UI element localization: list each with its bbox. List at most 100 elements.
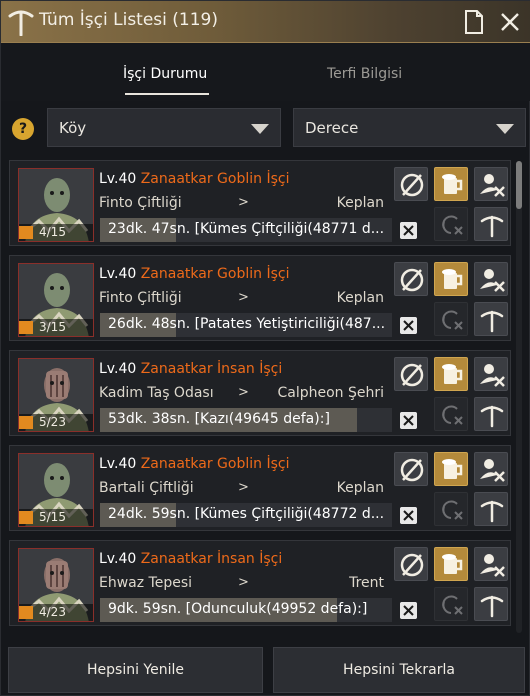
task-progress-bar: 24dk. 59sn. [Kümes Çiftçiliği(48772 d... [100, 503, 392, 527]
repeat-cancel-icon [442, 500, 463, 520]
worker-level: Lv.40 [99, 171, 137, 187]
worker-card[interactable]: 4/23 Lv.40 Zanaatkar İnsan İşçi Ehwaz Te… [9, 540, 511, 626]
worker-destination: Calpheon Şehri [277, 385, 384, 401]
stamina-bar [19, 321, 33, 334]
repeat-task-button[interactable] [434, 492, 468, 526]
stamina-indicator: 4/15 [19, 224, 93, 241]
restore-stamina-button[interactable] [434, 547, 468, 581]
cancel-task-icon[interactable] [400, 222, 417, 239]
chevron-down-icon [496, 124, 514, 134]
restore-stamina-button[interactable] [434, 167, 468, 201]
repeat-task-button[interactable] [434, 302, 468, 336]
stamina-indicator: 5/15 [19, 509, 93, 526]
list-scrollbar-track[interactable] [516, 161, 522, 633]
no-instant-icon [400, 173, 424, 197]
worker-portrait[interactable]: 5/23 [18, 358, 94, 432]
remove-user-icon [480, 269, 505, 292]
worker-origin: Kadim Taş Odası [99, 385, 214, 401]
repeat-cancel-icon [442, 310, 463, 330]
restore-stamina-button[interactable] [434, 262, 468, 296]
stamina-indicator: 5/23 [19, 414, 93, 431]
close-icon[interactable] [500, 12, 520, 32]
repeat-cancel-icon [442, 595, 463, 615]
stamina-text: 4/23 [39, 605, 66, 619]
cancel-task-icon[interactable] [400, 602, 417, 619]
pickaxe-icon [480, 595, 504, 618]
tab-bar: İşçi Durumu Terfi Bilgisi [1, 43, 530, 101]
worker-card[interactable]: 5/15 Lv.40 Zanaatkar Goblin İşçi Bartali… [9, 445, 511, 531]
cancel-task-icon[interactable] [400, 507, 417, 524]
task-progress-bar: 23dk. 47sn. [Kümes Çiftçiliği(48771 d... [100, 218, 392, 242]
worker-origin: Bartali Çiftliği [99, 480, 194, 496]
worker-name: Zanaatkar Goblin İşçi [140, 266, 290, 282]
document-icon[interactable] [464, 10, 484, 34]
beer-mug-icon [442, 174, 463, 194]
task-progress-bar: 26dk. 48sn. [Patates Yetiştiriciliği(487… [100, 313, 392, 337]
worker-card[interactable]: 5/23 Lv.40 Zanaatkar İnsan İşçi Kadim Ta… [9, 350, 511, 436]
stamina-text: 5/15 [39, 510, 66, 524]
worker-card[interactable]: 4/15 Lv.40 Zanaatkar Goblin İşçi Finto Ç… [9, 160, 511, 246]
worker-card[interactable]: 3/15 Lv.40 Zanaatkar Goblin İşçi Finto Ç… [9, 255, 511, 341]
repeat-all-button[interactable]: Hepsini Tekrarla [273, 647, 525, 693]
pickaxe-icon [480, 500, 504, 523]
worker-list[interactable]: 4/15 Lv.40 Zanaatkar Goblin İşçi Finto Ç… [9, 158, 511, 636]
title-bar[interactable]: Tüm İşçi Listesi (119) [1, 1, 530, 43]
worker-portrait[interactable]: 4/23 [18, 548, 94, 622]
disable-instant-button[interactable] [394, 262, 428, 296]
worker-name: Zanaatkar İnsan İşçi [140, 551, 283, 567]
disable-instant-button[interactable] [394, 547, 428, 581]
fire-worker-button[interactable] [474, 452, 508, 486]
worker-title: Lv.40 Zanaatkar İnsan İşçi [99, 361, 282, 377]
stamina-indicator: 3/15 [19, 319, 93, 336]
stamina-text: 5/23 [39, 415, 66, 429]
active-tab-indicator [125, 93, 209, 95]
village-filter-dropdown[interactable]: Köy [47, 108, 281, 147]
restore-stamina-button[interactable] [434, 452, 468, 486]
worker-level: Lv.40 [99, 456, 137, 472]
disable-instant-button[interactable] [394, 357, 428, 391]
worker-portrait[interactable]: 3/15 [18, 263, 94, 337]
refresh-all-button[interactable]: Hepsini Yenile [8, 647, 263, 693]
beer-mug-icon [442, 554, 463, 574]
promote-worker-button[interactable] [474, 587, 508, 621]
tab-worker-status[interactable]: İşçi Durumu [123, 66, 207, 82]
rank-filter-dropdown[interactable]: Derece [293, 108, 526, 147]
tab-promotion-info[interactable]: Terfi Bilgisi [327, 66, 402, 82]
pickaxe-icon [8, 10, 34, 36]
task-text: 26dk. 48sn. [Patates Yetiştiriciliği(487… [108, 316, 386, 332]
worker-list-window: Tüm İşçi Listesi (119) İşçi Durumu Terfi… [0, 0, 530, 696]
stamina-text: 3/15 [39, 320, 66, 334]
repeat-task-button[interactable] [434, 397, 468, 431]
stamina-indicator: 4/23 [19, 604, 93, 621]
route-arrow: > [238, 195, 249, 210]
worker-portrait[interactable]: 4/15 [18, 168, 94, 242]
cancel-task-icon[interactable] [400, 412, 417, 429]
task-text: 9dk. 59sn. [Odunculuk(49952 defa):] [108, 601, 368, 617]
fire-worker-button[interactable] [474, 547, 508, 581]
help-icon[interactable]: ? [12, 118, 34, 140]
promote-worker-button[interactable] [474, 207, 508, 241]
cancel-task-icon[interactable] [400, 317, 417, 334]
promote-worker-button[interactable] [474, 302, 508, 336]
list-scrollbar-thumb[interactable] [516, 161, 522, 209]
worker-origin: Finto Çiftliği [99, 290, 182, 306]
fire-worker-button[interactable] [474, 357, 508, 391]
worker-level: Lv.40 [99, 551, 137, 567]
worker-title: Lv.40 Zanaatkar Goblin İşçi [99, 266, 289, 282]
worker-level: Lv.40 [99, 361, 137, 377]
worker-level: Lv.40 [99, 266, 137, 282]
repeat-task-button[interactable] [434, 587, 468, 621]
fire-worker-button[interactable] [474, 262, 508, 296]
route-arrow: > [238, 290, 249, 305]
promote-worker-button[interactable] [474, 492, 508, 526]
repeat-task-button[interactable] [434, 207, 468, 241]
worker-portrait[interactable]: 5/15 [18, 453, 94, 527]
disable-instant-button[interactable] [394, 452, 428, 486]
worker-name: Zanaatkar Goblin İşçi [140, 171, 290, 187]
disable-instant-button[interactable] [394, 167, 428, 201]
fire-worker-button[interactable] [474, 167, 508, 201]
promote-worker-button[interactable] [474, 397, 508, 431]
remove-user-icon [480, 364, 505, 387]
chevron-down-icon [251, 124, 269, 134]
restore-stamina-button[interactable] [434, 357, 468, 391]
